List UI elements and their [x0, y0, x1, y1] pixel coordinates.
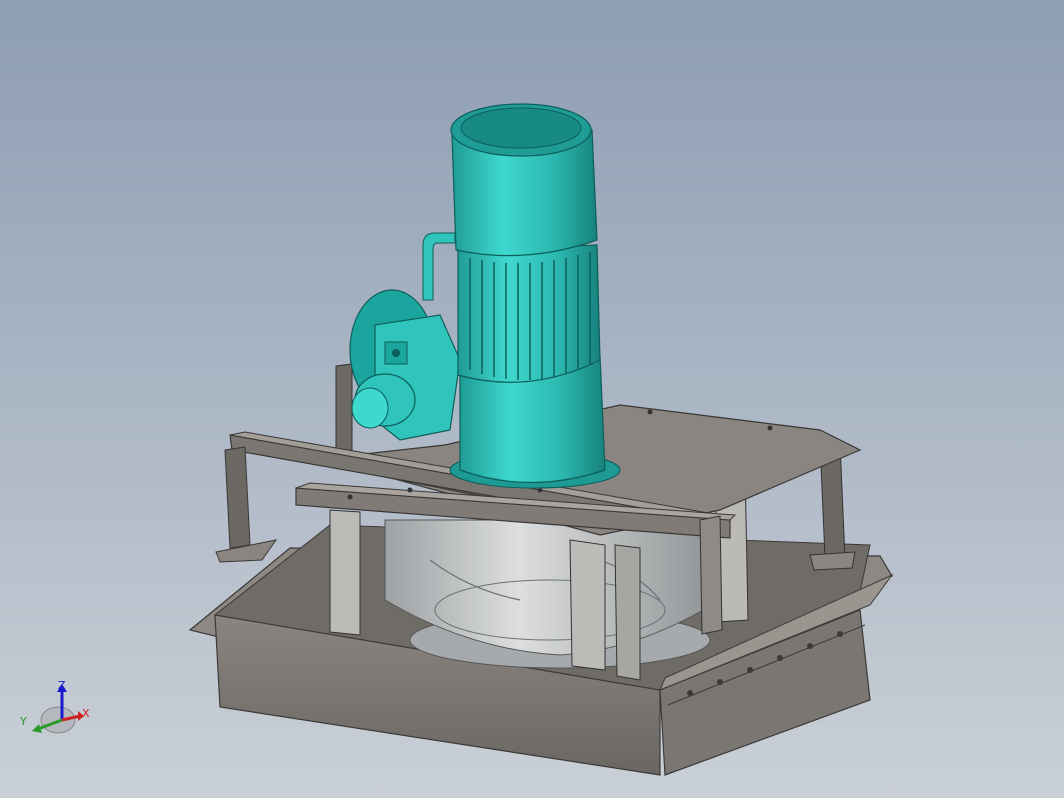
motor [449, 103, 621, 489]
axis-triad: Z X Y [14, 674, 104, 744]
fan-impeller [384, 519, 721, 669]
axis-z-label: Z [58, 679, 66, 692]
fan-motor-assembly-model[interactable] [0, 0, 1064, 798]
gearbox [349, 232, 461, 441]
cad-viewport[interactable]: Z X Y [0, 0, 1064, 798]
axis-y-label: Y [20, 715, 27, 728]
axis-x-label: X [82, 707, 90, 720]
